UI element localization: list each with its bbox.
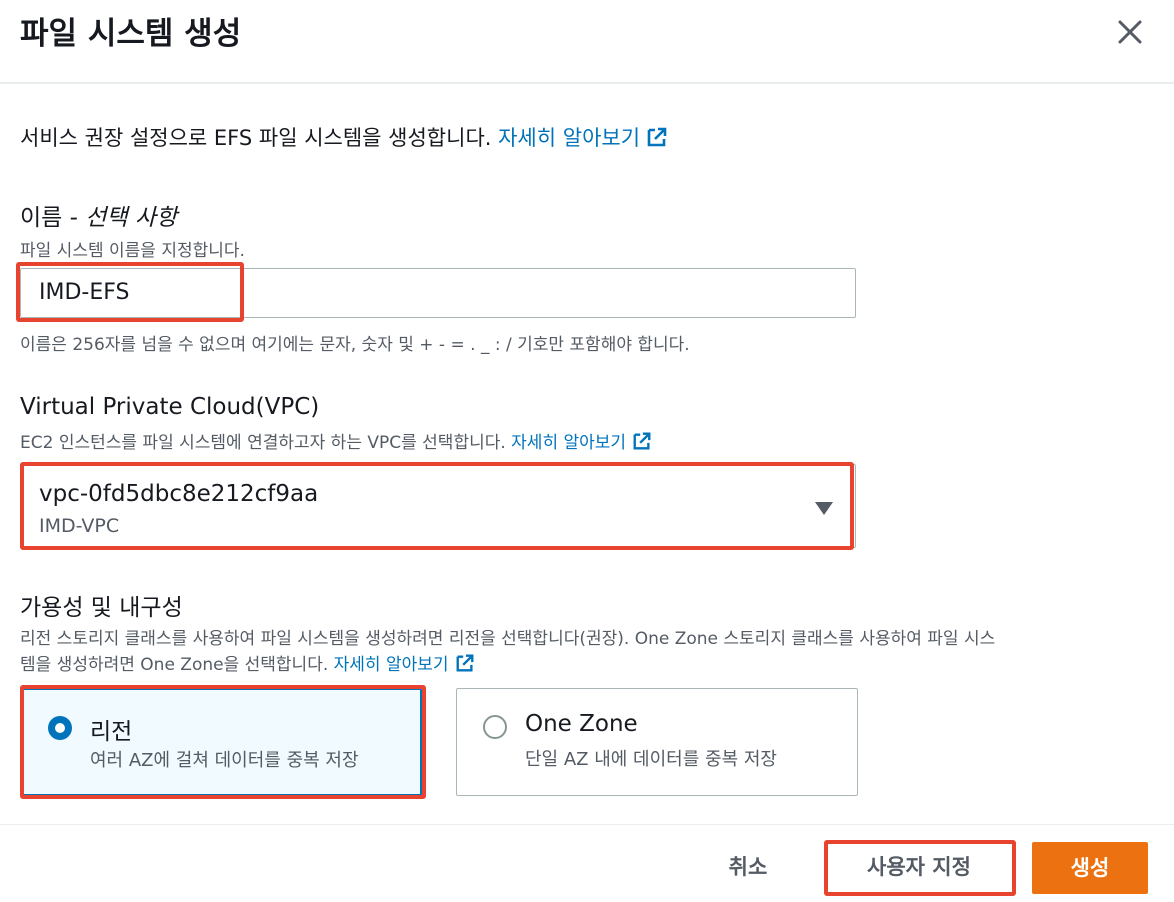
availability-learn-more-link[interactable]: 자세히 알아보기 bbox=[334, 655, 449, 675]
modal-header: 파일 시스템 생성 bbox=[0, 0, 1174, 84]
availability-description-text: 템을 생성하려면 One Zone을 선택합니다. bbox=[20, 655, 334, 675]
external-link-icon[interactable] bbox=[455, 653, 475, 678]
radio-unselected-icon[interactable] bbox=[483, 715, 507, 739]
caret-down-icon bbox=[815, 501, 833, 520]
close-icon[interactable] bbox=[1114, 16, 1146, 48]
tile-one-zone[interactable]: One Zone 단일 AZ 내에 데이터를 중복 저장 bbox=[456, 688, 858, 796]
tile-one-zone-name: One Zone bbox=[525, 711, 638, 737]
availability-description-line1: 리전 스토리지 클래스를 사용하여 파일 시스템을 생성하려면 리전을 선택합니… bbox=[20, 629, 996, 649]
external-link-icon[interactable] bbox=[646, 126, 668, 153]
availability-label: 가용성 및 내구성 bbox=[20, 595, 183, 621]
tile-regional[interactable]: 리전 여러 AZ에 걸쳐 데이터를 중복 저장 bbox=[20, 688, 422, 796]
intro-description: 서비스 권장 설정으로 EFS 파일 시스템을 생성합니다. bbox=[20, 126, 499, 150]
modal-title: 파일 시스템 생성 bbox=[20, 16, 242, 52]
vpc-select[interactable]: vpc-0fd5dbc8e212cf9aa IMD-VPC bbox=[20, 464, 856, 548]
tile-one-zone-desc: 단일 AZ 내에 데이터를 중복 저장 bbox=[525, 749, 777, 770]
name-label-text: 이름 - bbox=[20, 205, 86, 231]
customize-button[interactable]: 사용자 지정 bbox=[832, 846, 1006, 888]
tile-regional-desc: 여러 AZ에 걸쳐 데이터를 중복 저장 bbox=[90, 750, 359, 771]
name-constraint: 이름은 256자를 넘을 수 없으며 여기에는 문자, 숫자 및 + - = .… bbox=[20, 335, 690, 355]
vpc-description: EC2 인스턴스를 파일 시스템에 연결하고자 하는 VPC를 선택합니다. 자… bbox=[20, 428, 652, 456]
file-system-name-input[interactable]: IMD-EFS bbox=[20, 268, 856, 318]
vpc-selected-name: IMD-VPC bbox=[39, 515, 120, 537]
tile-regional-name: 리전 bbox=[90, 719, 133, 745]
name-label: 이름 - 선택 사항 bbox=[20, 198, 177, 232]
vpc-description-text: EC2 인스턴스를 파일 시스템에 연결하고자 하는 VPC를 선택합니다. bbox=[20, 433, 512, 453]
name-description: 파일 시스템 이름을 지정합니다. bbox=[20, 241, 245, 261]
availability-description-line2: 템을 생성하려면 One Zone을 선택합니다. 자세히 알아보기 bbox=[20, 650, 475, 678]
optional-label: 선택 사항 bbox=[85, 205, 178, 231]
footer-divider bbox=[0, 824, 1174, 825]
create-button[interactable]: 생성 bbox=[1032, 842, 1148, 894]
cancel-button[interactable]: 취소 bbox=[700, 846, 796, 888]
vpc-label: Virtual Private Cloud(VPC) bbox=[20, 394, 320, 420]
intro-text: 서비스 권장 설정으로 EFS 파일 시스템을 생성합니다. 자세히 알아보기 bbox=[20, 122, 668, 153]
learn-more-link[interactable]: 자세히 알아보기 bbox=[498, 126, 640, 150]
external-link-icon[interactable] bbox=[632, 431, 652, 456]
vpc-selected-value: vpc-0fd5dbc8e212cf9aa bbox=[39, 481, 319, 507]
radio-selected-icon[interactable] bbox=[48, 716, 72, 740]
vpc-learn-more-link[interactable]: 자세히 알아보기 bbox=[511, 433, 626, 453]
